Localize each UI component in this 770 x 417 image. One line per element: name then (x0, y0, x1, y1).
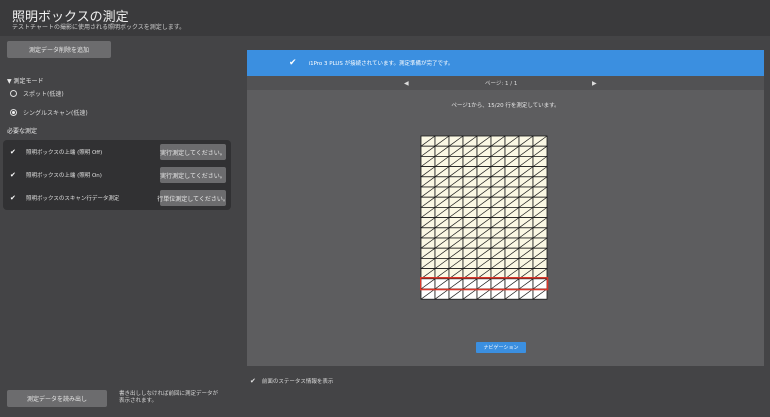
measure-button[interactable]: 実行測定してください。 (160, 144, 226, 160)
checkbox-checked-icon[interactable]: ✔ (250, 377, 256, 385)
required-item-label: 照明ボックスの上端 (照明 Off) (26, 150, 103, 156)
measurement-status: ページ1から、15/20 行を測定しています。 (451, 103, 560, 109)
page-indicator: ページ: 1 / 1 (485, 81, 518, 87)
required-section-label: 必要な測定 (7, 128, 38, 135)
radio-icon[interactable] (10, 90, 17, 97)
mode-radio-spot[interactable]: スポット(低速) (10, 89, 64, 98)
required-item: ✔ 照明ボックスの上端 (照明 Off) 実行測定してください。 (10, 143, 226, 161)
mode-radio-single-scan[interactable]: シングルスキャン(低速) (10, 108, 88, 117)
required-item: ✔ 照明ボックスのスキャン行データ測定 行単位測定してください。 (10, 189, 229, 207)
prev-page-icon[interactable]: ◀ (404, 80, 409, 87)
status-banner: ✔ i1Pro 3 PLUS が接続されています。測定準備が完了です。 (247, 50, 764, 76)
show-status-checkbox-row[interactable]: ✔ 前面のステータス情報を表示 (250, 377, 333, 385)
check-icon: ✔ (289, 58, 297, 68)
measure-button[interactable]: 行単位測定してください。 (157, 190, 229, 206)
mode-section-label[interactable]: ▼ 測定モード (7, 76, 44, 85)
load-data-button[interactable]: 測定データを読み出し (7, 390, 107, 407)
add-measurement-button[interactable]: 測定データ削除を追加 (7, 41, 111, 58)
required-item: ✔ 照明ボックスの上端 (照明 On) 実行測定してください。 (10, 166, 226, 184)
banner-text: i1Pro 3 PLUS が接続されています。測定準備が完了です。 (308, 61, 454, 67)
mode-radio-label: シングルスキャン(低速) (23, 110, 88, 117)
patch-grid (419, 135, 549, 303)
load-note: 書き出ししなければ前回に測定データが表示されます。 (119, 391, 219, 404)
check-icon: ✔ (10, 171, 16, 179)
mode-radio-label: スポット(低速) (23, 91, 64, 98)
required-item-label: 照明ボックスの上端 (照明 On) (26, 173, 102, 179)
patch-grid-svg (419, 135, 549, 300)
check-icon: ✔ (10, 148, 16, 156)
required-item-label: 照明ボックスのスキャン行データ測定 (26, 196, 120, 202)
pager: ◀ ページ: 1 / 1 ▶ (247, 76, 764, 90)
page-subtitle: テストチャートの撮影に使用される照明ボックスを測定します。 (12, 24, 186, 31)
navigation-button[interactable]: ナビゲーション (476, 342, 526, 353)
check-icon: ✔ (10, 194, 16, 202)
measure-button[interactable]: 実行測定してください。 (160, 167, 226, 183)
radio-selected-icon[interactable] (10, 109, 17, 116)
checkbox-label: 前面のステータス情報を表示 (261, 379, 334, 385)
next-page-icon[interactable]: ▶ (592, 80, 597, 87)
